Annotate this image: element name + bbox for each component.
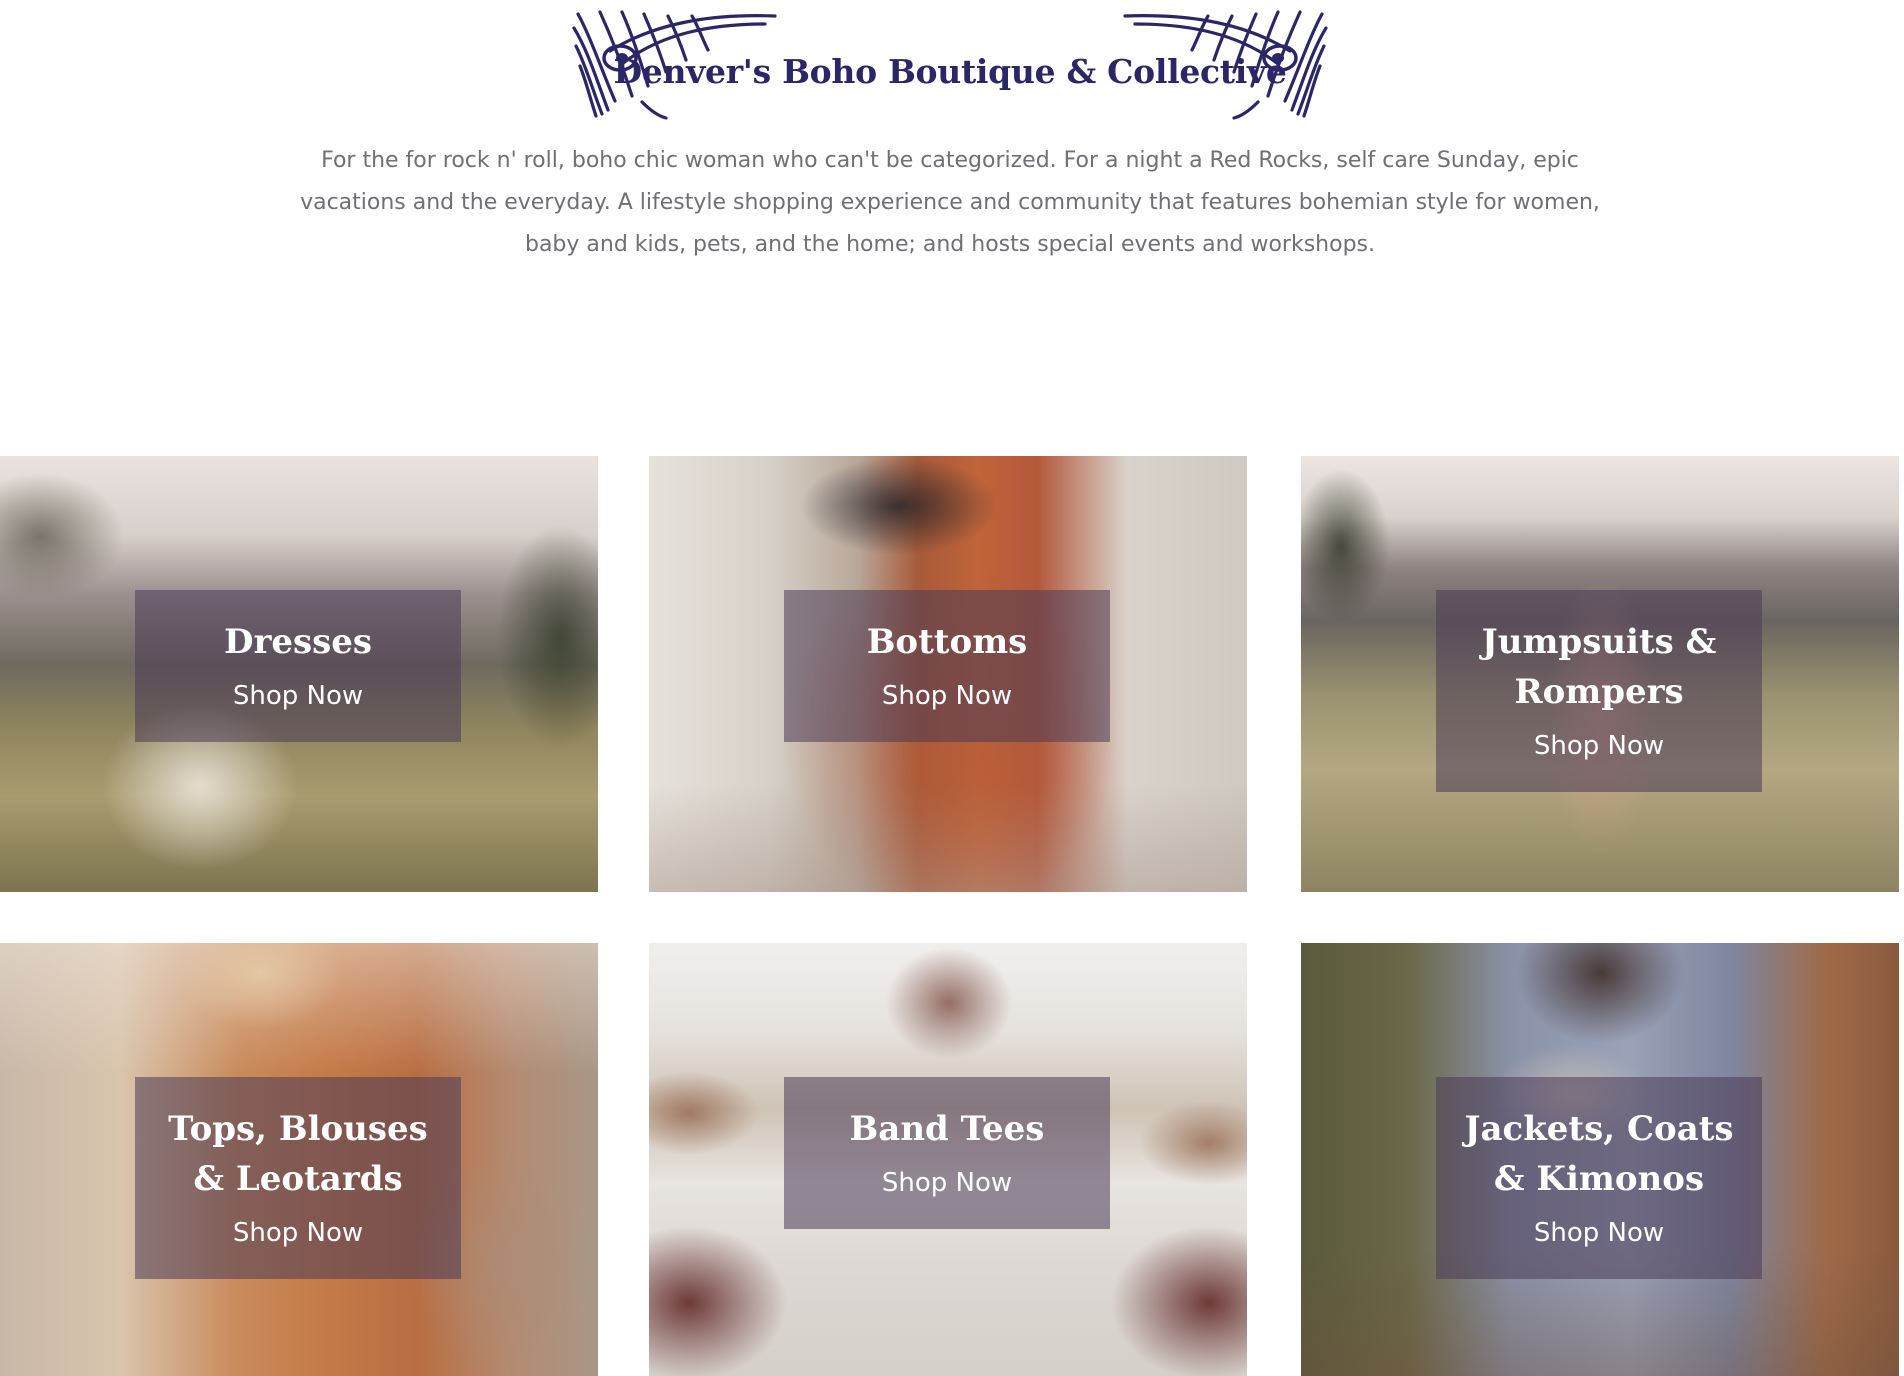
shop-now-link[interactable]: Shop Now — [233, 681, 363, 711]
category-overlay: Bottoms Shop Now — [784, 590, 1110, 742]
category-title: Jumpsuits & Rompers — [1481, 622, 1717, 712]
category-tile-jumpsuits-rompers[interactable]: Jumpsuits & Rompers Shop Now — [1301, 456, 1899, 892]
intro-text: For the for rock n' roll, boho chic woma… — [300, 148, 1600, 257]
category-overlay: Jumpsuits & Rompers Shop Now — [1436, 590, 1762, 792]
shop-now-link[interactable]: Shop Now — [882, 1168, 1012, 1198]
category-tile-jackets-coats-kimonos[interactable]: Jackets, Coats & Kimonos Shop Now — [1301, 943, 1899, 1376]
category-title: Dresses — [223, 622, 373, 662]
category-title: Tops, Blouses & Leotards — [168, 1109, 428, 1199]
category-title: Bottoms — [866, 622, 1028, 662]
category-tile-tops-blouses-leotards[interactable]: Tops, Blouses & Leotards Shop Now — [0, 943, 598, 1376]
category-title: Band Tees — [849, 1109, 1045, 1149]
brand-name: Denver's Boho Boutique & Collective — [613, 52, 1287, 91]
category-tile-band-tees[interactable]: Band Tees Shop Now — [649, 943, 1247, 1376]
shop-now-link[interactable]: Shop Now — [882, 681, 1012, 711]
category-overlay: Band Tees Shop Now — [784, 1077, 1110, 1229]
category-overlay: Dresses Shop Now — [135, 590, 461, 742]
brand-logo[interactable]: Denver's Boho Boutique & Collective — [570, 6, 1330, 120]
category-tile-dresses[interactable]: Dresses Shop Now — [0, 456, 598, 892]
shop-now-link[interactable]: Shop Now — [233, 1218, 363, 1248]
category-overlay: Jackets, Coats & Kimonos Shop Now — [1436, 1077, 1762, 1279]
shop-now-link[interactable]: Shop Now — [1534, 731, 1664, 761]
category-tile-bottoms[interactable]: Bottoms Shop Now — [649, 456, 1247, 892]
category-title: Jackets, Coats & Kimonos — [1464, 1109, 1734, 1199]
shop-now-link[interactable]: Shop Now — [1534, 1218, 1664, 1248]
category-overlay: Tops, Blouses & Leotards Shop Now — [135, 1077, 461, 1279]
